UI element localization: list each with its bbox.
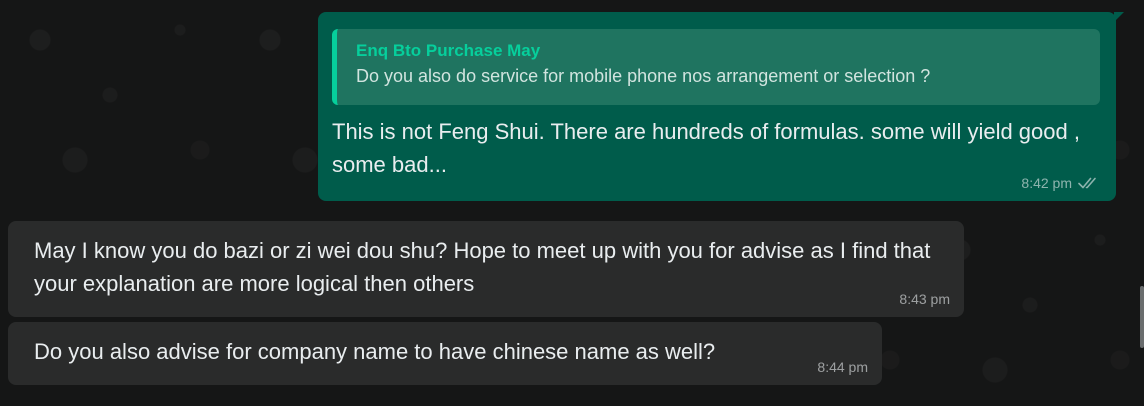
double-check-icon xyxy=(1078,177,1096,189)
scrollbar[interactable] xyxy=(1140,286,1144,348)
message-text: This is not Feng Shui. There are hundred… xyxy=(332,119,1080,177)
message-meta: 8:43 pm xyxy=(899,291,950,307)
message-time: 8:43 pm xyxy=(899,291,950,307)
quoted-reply-text: Do you also do service for mobile phone … xyxy=(356,66,931,86)
quoted-reply-author: Enq Bto Purchase May xyxy=(356,41,541,60)
message-meta: 8:44 pm xyxy=(817,359,868,375)
incoming-message-bubble[interactable]: May I know you do bazi or zi wei dou shu… xyxy=(8,221,964,317)
message-meta: 8:42 pm xyxy=(1021,175,1100,191)
message-text: May I know you do bazi or zi wei dou shu… xyxy=(34,238,931,296)
message-time: 8:44 pm xyxy=(817,359,868,375)
chat-panel: Enq Bto Purchase May Do you also do serv… xyxy=(0,0,1144,406)
incoming-message-bubble[interactable]: Do you also advise for company name to h… xyxy=(8,322,882,385)
quoted-reply[interactable]: Enq Bto Purchase May Do you also do serv… xyxy=(332,29,1100,105)
outgoing-message-bubble[interactable]: Enq Bto Purchase May Do you also do serv… xyxy=(318,12,1124,201)
message-time: 8:42 pm xyxy=(1021,175,1072,191)
message-text: Do you also advise for company name to h… xyxy=(34,339,716,364)
